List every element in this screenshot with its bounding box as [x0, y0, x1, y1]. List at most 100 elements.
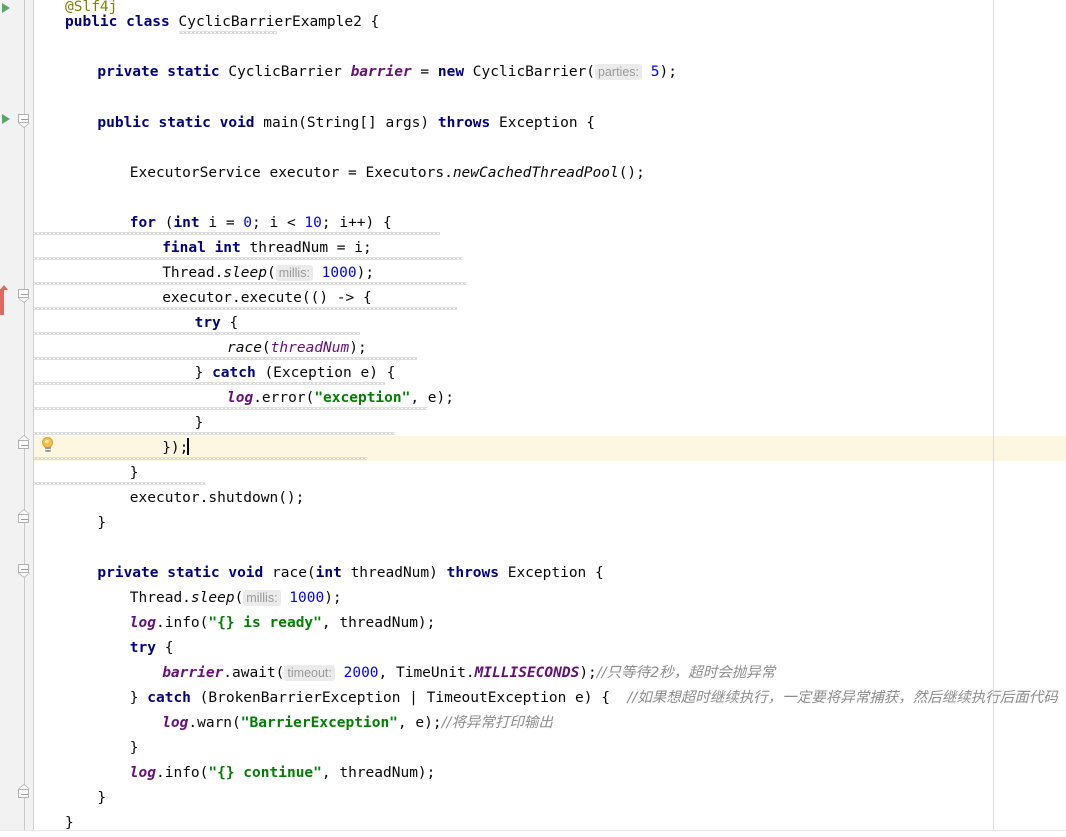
keyword-token: void: [219, 115, 264, 131]
code-token: threadNum: [270, 340, 350, 356]
fold-box: [18, 514, 29, 523]
fold-box: [18, 114, 29, 123]
code-token: .await(: [223, 665, 285, 681]
code-token: .error(: [253, 390, 315, 406]
inspection-squiggle: [34, 432, 395, 435]
fold-minus-icon: [21, 119, 28, 120]
keyword-token: throws: [446, 565, 508, 581]
fold-box: [18, 564, 29, 573]
code-token: .warn(: [188, 715, 241, 731]
code-line[interactable]: private static void race(int threadNum) …: [97, 561, 603, 586]
code-token: =: [411, 64, 438, 80]
run-gutter-icon-main[interactable]: [2, 114, 10, 124]
fold-minus-icon: [21, 519, 28, 520]
code-line[interactable]: log.info("{} is ready", threadNum);: [130, 611, 436, 636]
fold-main-start[interactable]: [18, 114, 31, 129]
code-token: ; i <: [252, 215, 305, 231]
string-literal: "exception": [314, 390, 411, 406]
keyword-token: catch: [212, 365, 265, 381]
fold-box: [18, 440, 29, 449]
code-token: }: [129, 465, 139, 481]
keyword-token: public: [65, 14, 127, 30]
keyword-token: void: [228, 565, 272, 581]
code-text-area[interactable]: @Slf4j public class CyclicBarrierExample2…: [34, 0, 1066, 837]
fold-box: [18, 789, 29, 798]
keyword-token: private: [97, 64, 168, 80]
code-token: );: [349, 340, 367, 356]
code-line[interactable]: executor.shutdown();: [130, 486, 305, 511]
code-comment: //将异常打印输出: [441, 715, 553, 731]
code-line[interactable]: } catch (BrokenBarrierException | Timeou…: [130, 686, 1058, 711]
fold-minus-icon: [21, 294, 28, 295]
code-token: );: [579, 665, 597, 681]
string-literal: "BarrierException": [240, 715, 398, 731]
fold-lambda-start[interactable]: [18, 289, 31, 304]
number-literal: 1000: [321, 265, 357, 281]
inspection-squiggle: [34, 257, 463, 260]
code-token: Exception {: [507, 565, 604, 581]
string-literal: "{} continue": [208, 765, 322, 781]
inspection-squiggle: [34, 357, 417, 360]
run-gutter-icon-class[interactable]: [2, 3, 10, 13]
code-line[interactable]: Thread.sleep(millis: 1000);: [130, 586, 342, 611]
vcs-change-bar[interactable]: [0, 285, 8, 315]
keyword-token: private: [97, 565, 168, 581]
string-literal: "{} is ready": [208, 615, 322, 631]
editor-bottom-edge: [0, 830, 1066, 837]
code-line[interactable]: ExecutorService executor = Executors.new…: [130, 161, 645, 186]
keyword-token: for: [129, 215, 165, 231]
code-token: ExecutorService executor = Executors.: [129, 165, 453, 181]
parameter-hint: millis:: [243, 590, 281, 606]
code-token: Thread.: [129, 590, 191, 606]
code-comment: //如果想超时继续执行，一定要将异常捕获，然后继续执行后面代码: [627, 690, 1058, 706]
number-literal: 0: [243, 215, 253, 231]
code-token: race: [227, 340, 262, 356]
code-line[interactable]: }: [130, 736, 139, 761]
keyword-token: static: [167, 565, 229, 581]
fold-race-end[interactable]: [18, 784, 31, 804]
code-line[interactable]: log.info("{} continue", threadNum);: [130, 761, 436, 786]
code-token: }: [97, 515, 107, 531]
code-line[interactable]: public static void main(String[] args) t…: [97, 111, 595, 136]
code-token: ();: [618, 165, 645, 181]
code-token: sleep: [190, 590, 235, 606]
code-token: , e);: [410, 390, 454, 406]
code-token: (: [234, 590, 244, 606]
fold-minus-icon: [21, 794, 28, 795]
code-line[interactable]: try {: [130, 636, 174, 661]
inspection-squiggle: [34, 382, 385, 385]
code-line[interactable]: barrier.await(timeout: 2000, TimeUnit.MI…: [162, 661, 775, 686]
fold-box: [18, 289, 29, 298]
code-token: , e);: [397, 715, 442, 731]
fold-main-end[interactable]: [18, 509, 31, 529]
code-token: );: [659, 64, 677, 80]
code-line[interactable]: private static CyclicBarrier barrier = n…: [97, 60, 677, 85]
number-literal: 10: [304, 215, 322, 231]
code-line[interactable]: log.warn("BarrierException", e);//将异常打印输…: [162, 711, 553, 736]
keyword-token: try: [129, 640, 165, 656]
code-token: CyclicBarrierExample2 {: [178, 14, 380, 30]
code-editor[interactable]: @Slf4j public class CyclicBarrierExample2…: [0, 0, 1066, 837]
parameter-hint: parties:: [595, 64, 643, 80]
code-token: threadNum): [350, 565, 447, 581]
fold-lambda-end[interactable]: [18, 435, 31, 455]
code-token: CyclicBarrier: [228, 64, 351, 80]
number-literal: 2000: [343, 665, 379, 681]
code-token: main(String[] args): [263, 115, 438, 131]
code-token: );: [324, 590, 342, 606]
editor-gutter[interactable]: [0, 0, 17, 837]
code-token: (: [266, 265, 276, 281]
code-line[interactable]: }: [97, 511, 106, 536]
code-token: (Exception e) {: [264, 365, 396, 381]
keyword-token: catch: [147, 690, 200, 706]
code-token: }: [129, 740, 139, 756]
fold-race-start[interactable]: [18, 564, 31, 579]
code-token: log: [162, 715, 189, 731]
code-line[interactable]: }: [97, 786, 106, 811]
inspection-squiggle: [34, 407, 427, 410]
keyword-token: try: [194, 315, 230, 331]
fold-tip-icon: [18, 298, 30, 303]
keyword-token: int: [173, 215, 209, 231]
keyword-token: class: [126, 14, 179, 30]
code-token: {: [229, 315, 239, 331]
